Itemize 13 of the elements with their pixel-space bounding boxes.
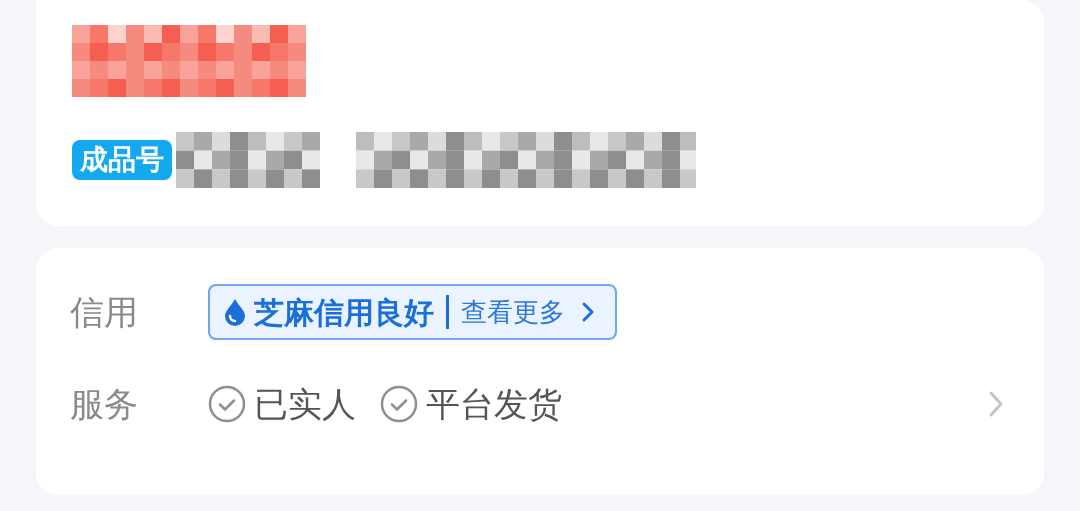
service-label: 平台发货 bbox=[426, 382, 562, 426]
credit-rating: 芝麻信用良好 bbox=[254, 293, 434, 332]
chevron-right-icon bbox=[581, 301, 595, 323]
row-label: 服务 bbox=[70, 382, 139, 426]
service-label: 已实人 bbox=[254, 382, 356, 426]
row-label: 信用 bbox=[70, 290, 139, 334]
check-circle-icon bbox=[380, 385, 418, 423]
view-more-link[interactable]: 查看更多 bbox=[461, 292, 565, 332]
chevron-right-icon[interactable] bbox=[988, 390, 1004, 418]
check-circle-icon bbox=[208, 385, 246, 423]
credit-badge[interactable]: 芝麻信用良好 查看更多 bbox=[208, 284, 617, 340]
product-tag: 成品号 bbox=[72, 140, 172, 180]
drop-icon bbox=[224, 298, 246, 326]
